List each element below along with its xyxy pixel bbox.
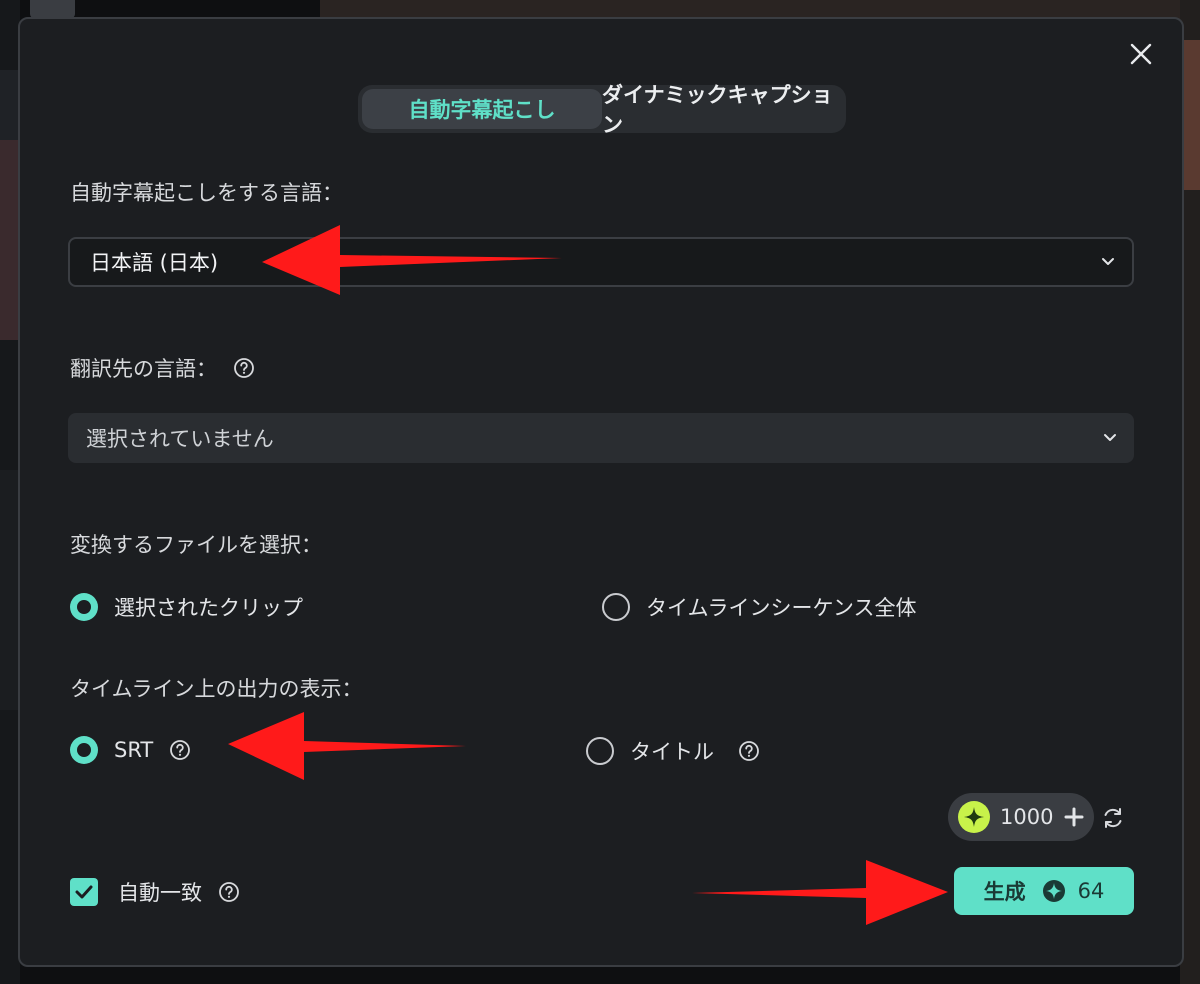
background-left-thumbnail-2 [0,470,20,710]
help-icon[interactable] [738,740,760,762]
radio-button[interactable] [586,737,614,765]
translation-select-value: 選択されていません [86,427,274,451]
mode-tabs: 自動字幕起こし ダイナミックキャプション [358,83,846,137]
tab-dynamic-caption[interactable]: ダイナミックキャプション [602,83,842,137]
radio-title[interactable]: タイトル [586,736,760,766]
language-label-text: 自動字幕起こしをする言語： [70,181,343,205]
generate-cost: 64 [1077,879,1105,903]
radio-button[interactable] [70,736,98,764]
auto-match-checkbox-row[interactable]: 自動一致 [70,877,240,907]
auto-match-checkbox[interactable] [70,878,98,906]
auto-caption-dialog: 自動字幕起こし ダイナミックキャプション 自動字幕起こしをする言語： 日本語 (… [18,17,1184,967]
radio-whole-timeline[interactable]: タイムラインシーケンス全体 [602,592,916,622]
close-button[interactable] [1126,39,1156,69]
file-select-label: 変換するファイルを選択： [70,529,322,559]
help-icon[interactable] [218,881,240,903]
credit-gem-icon [958,801,990,833]
background-left-panel [0,70,20,140]
output-label-text: タイムライン上の出力の表示： [70,677,363,701]
help-icon[interactable] [233,357,255,379]
output-label: タイムライン上の出力の表示： [70,673,363,703]
credit-balance: 1000 [948,793,1094,841]
chevron-down-icon [1098,252,1118,272]
tab-auto-caption[interactable]: 自動字幕起こし [362,89,602,129]
background-music-icon [30,0,75,18]
background-left-thumbnail [0,140,20,340]
checkmark-icon [75,885,93,899]
credit-amount: 1000 [1000,805,1054,829]
help-icon[interactable] [169,739,191,761]
radio-srt[interactable]: SRT [70,736,191,764]
generate-button[interactable]: 生成 64 [954,867,1134,915]
translation-label: 翻訳先の言語： [70,353,255,383]
credit-coin-icon [1042,879,1066,903]
radio-label: タイトル [630,740,714,764]
radio-label: 選択されたクリップ [114,596,303,620]
chevron-down-icon [1100,428,1120,448]
language-select[interactable]: 日本語 (日本) [68,237,1134,287]
auto-match-label: 自動一致 [118,881,202,905]
language-select-value: 日本語 (日本) [90,251,219,275]
radio-label: SRT [114,738,154,762]
language-label: 自動字幕起こしをする言語： [70,177,343,207]
add-credit-icon[interactable] [1063,806,1085,828]
translation-label-text: 翻訳先の言語： [70,357,217,381]
refresh-icon[interactable] [1100,805,1126,831]
radio-label: タイムラインシーケンス全体 [646,596,917,620]
generate-label: 生成 [983,880,1026,904]
file-select-label-text: 変換するファイルを選択： [70,533,322,557]
radio-selected-clip[interactable]: 選択されたクリップ [70,592,303,622]
radio-button[interactable] [70,593,98,621]
translation-select[interactable]: 選択されていません [68,413,1134,463]
close-icon [1130,43,1152,65]
radio-button[interactable] [602,593,630,621]
